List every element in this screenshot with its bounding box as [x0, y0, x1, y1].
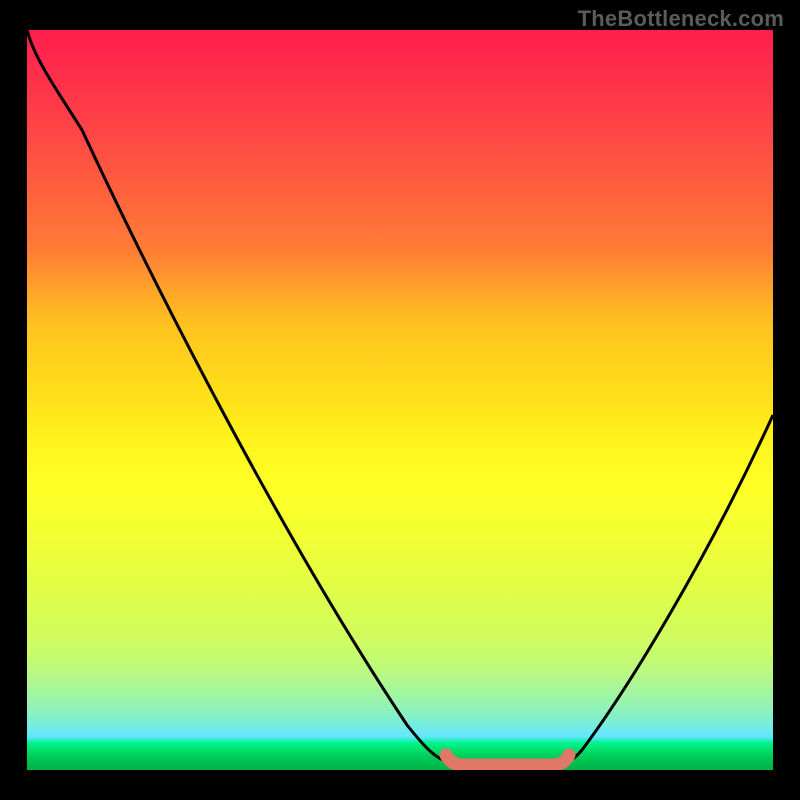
flat-bottom-highlight — [446, 755, 569, 765]
watermark-text: TheBottleneck.com — [578, 6, 784, 32]
curve-layer — [27, 30, 773, 770]
plot-area — [27, 30, 773, 770]
bottleneck-curve — [27, 30, 773, 766]
chart-container: TheBottleneck.com — [0, 0, 800, 800]
